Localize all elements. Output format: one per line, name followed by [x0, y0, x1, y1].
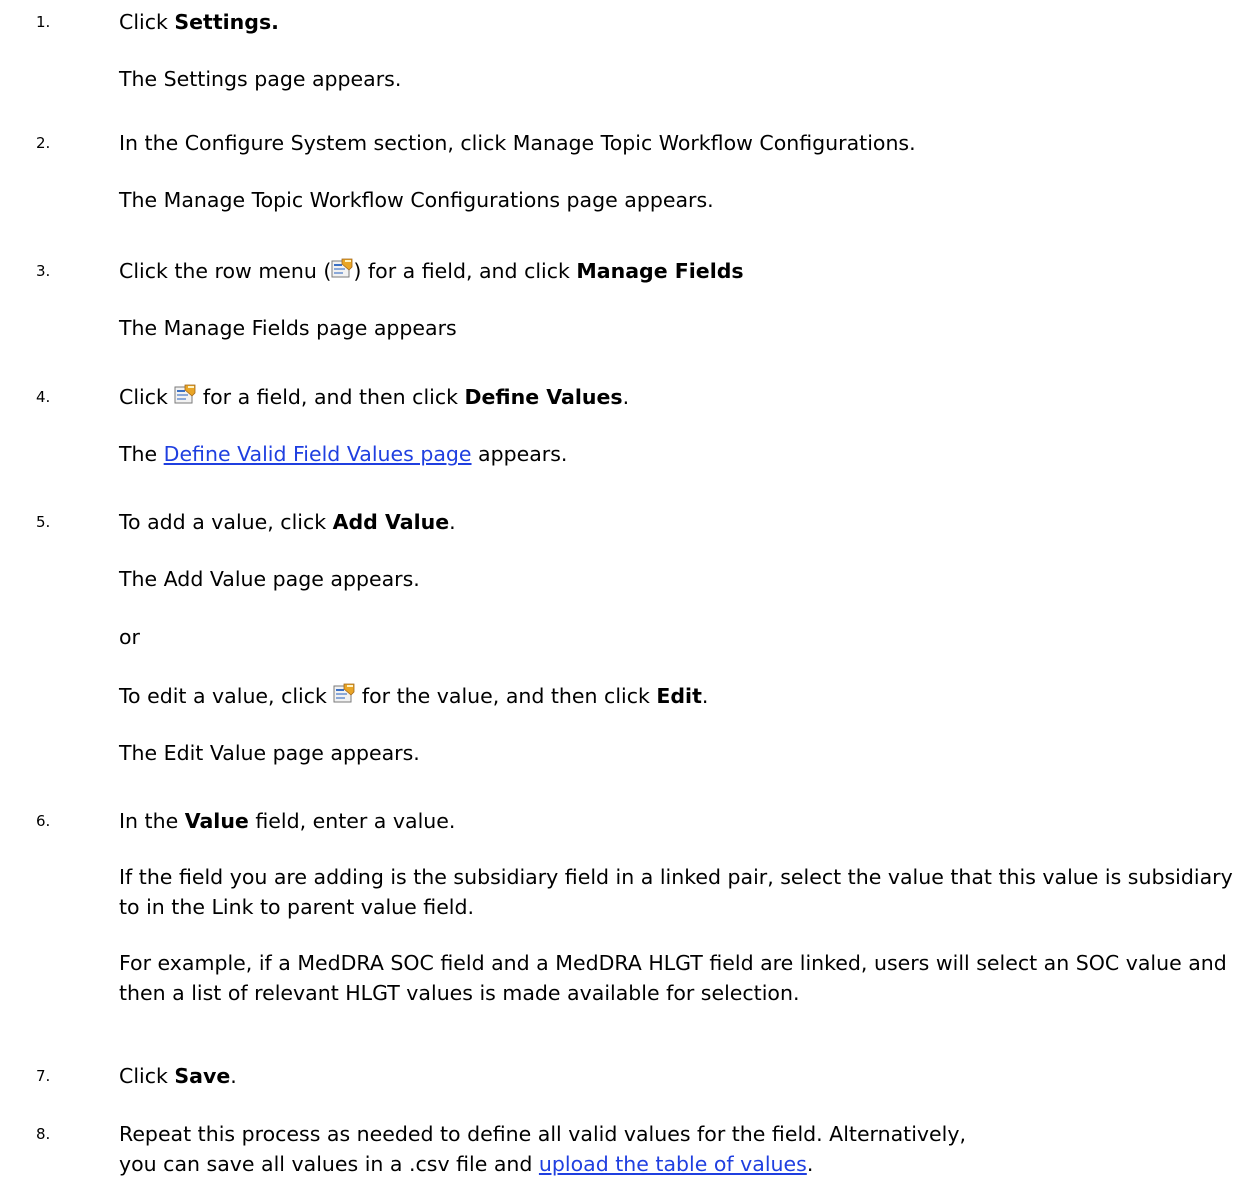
step-7-instruction: Click Save.	[119, 1064, 237, 1088]
step-number: 7.	[36, 1067, 51, 1085]
step-5-edit-instruction: To edit a value, click for the value, an…	[119, 683, 709, 708]
step-number: 3.	[36, 262, 51, 280]
step-number: 1.	[36, 13, 51, 31]
step-5-edit-result: The Edit Value page appears.	[119, 741, 420, 765]
step-3-instruction: Click the row menu () for a field, and c…	[119, 258, 744, 283]
step-4-instruction: Click for a field, and then click Define…	[119, 384, 630, 409]
step-5-or: or	[119, 625, 140, 649]
step-number: 8.	[36, 1125, 51, 1143]
procedure-document: 1. Click Settings. The Settings page app…	[0, 0, 1243, 1203]
step-1-result: The Settings page appears.	[119, 67, 402, 91]
step-4-result: The Define Valid Field Values page appea…	[119, 442, 568, 466]
step-number: 4.	[36, 388, 51, 406]
step-6-instruction: In the Value field, enter a value.	[119, 809, 456, 833]
step-number: 2.	[36, 134, 51, 152]
step-3-result: The Manage Fields page appears	[119, 316, 457, 340]
step-5-result: The Add Value page appears.	[119, 567, 420, 591]
step-8-instruction-line-2: you can save all values in a .csv file a…	[119, 1152, 814, 1176]
row-menu-icon	[331, 258, 353, 279]
step-2-result: The Manage Topic Workflow Configurations…	[119, 188, 714, 212]
step-8-instruction-line-1: Repeat this process as needed to define …	[119, 1122, 966, 1146]
row-menu-icon	[333, 683, 355, 704]
step-2-instruction: In the Configure System section, click M…	[119, 131, 916, 155]
step-6-paragraph-linked-pair: If the field you are adding is the subsi…	[119, 865, 1233, 919]
define-valid-field-values-link[interactable]: Define Valid Field Values page	[164, 442, 472, 466]
step-6-paragraph-example: For example, if a MedDRA SOC field and a…	[119, 951, 1227, 1005]
row-menu-icon	[174, 384, 196, 405]
step-5-instruction: To add a value, click Add Value.	[119, 510, 456, 534]
step-number: 5.	[36, 513, 51, 531]
step-1-instruction: Click Settings.	[119, 10, 279, 34]
step-number: 6.	[36, 812, 51, 830]
upload-table-of-values-link[interactable]: upload the table of values	[539, 1152, 807, 1176]
